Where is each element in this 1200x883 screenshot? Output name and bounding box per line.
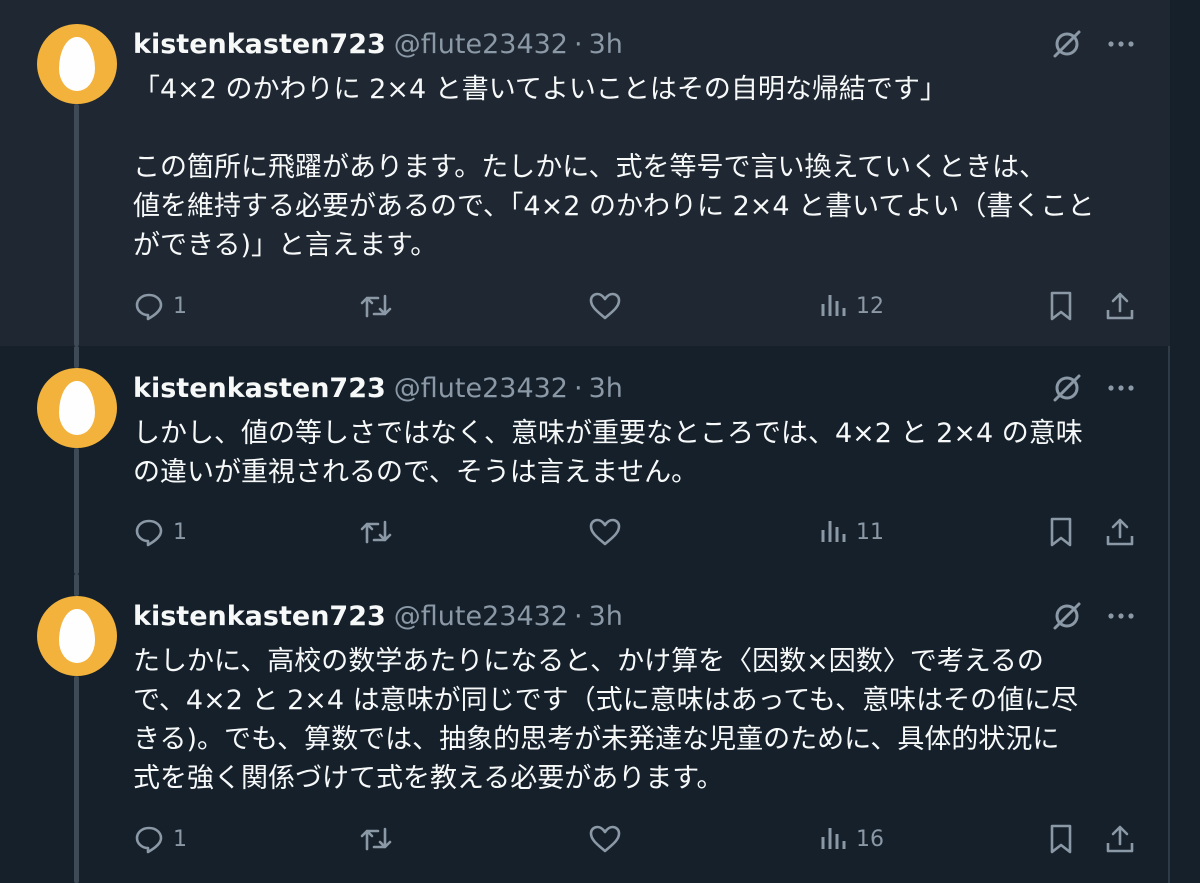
tweet-text-line: ができる)」と言えます。 [133,230,438,261]
tweet-text-line: この箇所に飛躍があります。たしかに、式を等号で言い換えていくときは、 [133,152,1047,183]
reply-count: 1 [173,826,187,852]
share-button[interactable] [1104,512,1136,552]
tweet-header-actions [1050,596,1136,636]
tweet-header-actions [1050,368,1136,408]
bookmark-button[interactable] [1047,819,1075,859]
grok-icon[interactable] [1050,599,1084,633]
default-egg-avatar-icon [59,37,95,91]
share-button[interactable] [1104,819,1136,859]
thread-connector-line [74,346,79,368]
tweet-header: kistenkasten723 @flute23432 · 3h [133,596,623,636]
reply-count: 1 [173,293,187,319]
more-options-icon[interactable] [1106,611,1136,621]
like-button[interactable] [588,819,622,859]
separator-dot: · [574,600,583,632]
views-button[interactable]: 16 [818,819,884,859]
repost-icon [360,827,392,851]
default-egg-avatar-icon [59,609,95,663]
author-handle[interactable]: @flute23432 [394,29,568,60]
views-button[interactable]: 11 [818,512,884,552]
tweet-text-line: 値を維持する必要があるので、「4×2 のかわりに 2×4 と書いてよい（書くこと [133,191,1095,222]
bookmark-button[interactable] [1047,512,1075,552]
timestamp[interactable]: 3h [589,29,623,60]
grok-icon[interactable] [1050,27,1084,61]
tweet-actions: 1 11 [0,512,1170,552]
repost-button[interactable] [358,512,394,552]
tweet-text-line: の違いが重視されるので、そうは言えません。 [133,457,699,488]
views-chart-icon [821,521,846,542]
author-name[interactable]: kistenkasten723 [133,601,386,632]
share-icon [1106,825,1134,853]
repost-button[interactable] [358,819,394,859]
timestamp[interactable]: 3h [589,373,623,404]
author-name[interactable]: kistenkasten723 [133,29,386,60]
tweet-header: kistenkasten723 @flute23432 · 3h [133,368,623,408]
separator-dot: · [574,28,583,60]
repost-icon [360,520,392,544]
more-options-icon[interactable] [1106,39,1136,49]
views-chart-icon [821,295,846,316]
reply-button[interactable]: 1 [133,286,187,326]
tweet-text-line: 「4×2 のかわりに 2×4 と書いてよいことはその自明な帰結です」 [133,74,947,105]
heart-icon [589,518,621,546]
tweet[interactable]: kistenkasten723 @flute23432 · 3h たしかに、高校… [0,574,1170,883]
share-icon [1106,292,1134,320]
reply-icon [135,519,163,547]
like-button[interactable] [588,512,622,552]
reply-button[interactable]: 1 [133,819,187,859]
share-icon [1106,518,1134,546]
repost-button[interactable] [358,286,394,326]
avatar[interactable] [37,368,117,448]
separator-dot: · [574,372,583,404]
reply-icon [135,826,163,854]
tweet-text-line: きる)。でも、算数では、抽象的思考が未発達な児童のために、具体的状況に [133,724,1060,755]
tweet-text-line: で、4×2 と 2×4 は意味が同じです（式に意味はあっても、意味はその値に尽 [133,685,1079,716]
default-egg-avatar-icon [59,381,95,435]
tweet-text: 「4×2 のかわりに 2×4 と書いてよいことはその自明な帰結です」 この箇所に… [133,70,1143,265]
avatar[interactable] [37,24,117,104]
tweet-text-blank-line [133,109,1143,148]
bookmark-icon [1050,291,1072,321]
view-count: 12 [856,293,884,319]
grok-icon[interactable] [1050,371,1084,405]
author-handle[interactable]: @flute23432 [394,373,568,404]
heart-icon [589,825,621,853]
reply-button[interactable]: 1 [133,512,187,552]
tweet-text: たしかに、高校の数学あたりになると、かけ算を〈因数×因数〉で考えるの で、4×2… [133,642,1143,798]
thread-connector-line [74,448,79,574]
tweet[interactable]: kistenkasten723 @flute23432 · 3h しかし、値の等… [0,346,1170,574]
heart-icon [589,292,621,320]
view-count: 11 [856,519,884,545]
avatar[interactable] [37,596,117,676]
reply-icon [135,293,163,321]
author-name[interactable]: kistenkasten723 [133,373,386,404]
author-handle[interactable]: @flute23432 [394,601,568,632]
tweet-actions: 1 12 [0,286,1170,326]
tweet-text-line: 式を強く関係づけて式を教える必要があります。 [133,763,724,794]
tweet-header: kistenkasten723 @flute23432 · 3h [133,24,623,64]
like-button[interactable] [588,286,622,326]
bookmark-icon [1050,517,1072,547]
bookmark-button[interactable] [1047,286,1075,326]
tweet-text-line: しかし、値の等しさではなく、意味が重要なところでは、4×2 と 2×4 の意味 [133,418,1083,449]
repost-icon [360,294,392,318]
share-button[interactable] [1104,286,1136,326]
views-button[interactable]: 12 [818,286,884,326]
tweet[interactable]: kistenkasten723 @flute23432 · 3h 「4×2 のか… [0,0,1170,346]
bookmark-icon [1050,824,1072,854]
tweet-actions: 1 16 [0,819,1170,859]
views-chart-icon [821,828,846,849]
tweet-text-line: たしかに、高校の数学あたりになると、かけ算を〈因数×因数〉で考えるの [133,646,1044,677]
view-count: 16 [856,826,884,852]
reply-count: 1 [173,519,187,545]
more-options-icon[interactable] [1106,383,1136,393]
timestamp[interactable]: 3h [589,601,623,632]
thread-connector-line [74,574,79,596]
tweet-header-actions [1050,24,1136,64]
tweet-text: しかし、値の等しさではなく、意味が重要なところでは、4×2 と 2×4 の意味 … [133,414,1143,492]
